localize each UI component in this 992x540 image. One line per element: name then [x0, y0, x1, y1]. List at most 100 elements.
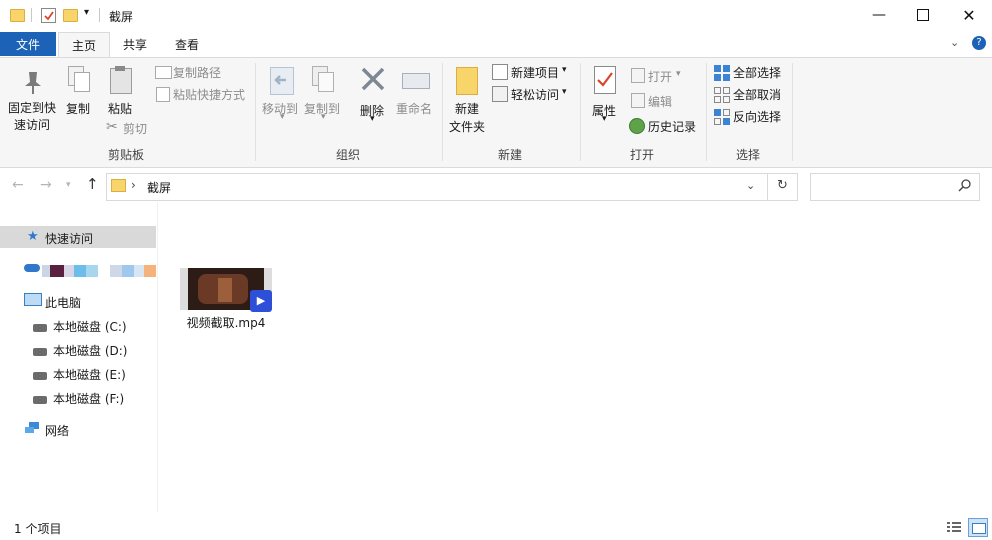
nav-item-blurred[interactable]	[42, 265, 156, 277]
pin-icon	[20, 68, 46, 99]
nav-item-drive-e[interactable]: 本地磁盘 (E:)	[53, 366, 126, 383]
help-icon[interactable]: ?	[972, 36, 986, 50]
breadcrumb-current[interactable]: 截屏	[147, 179, 171, 196]
new-folder-label-line2: 文件夹	[448, 120, 485, 134]
rename-button[interactable]: 重命名	[396, 100, 432, 117]
new-item-button[interactable]: 新建项目	[511, 64, 559, 81]
divider	[580, 63, 581, 161]
history-icon	[629, 118, 645, 134]
back-button[interactable]: ←	[12, 177, 24, 193]
nav-item-this-pc[interactable]: 此电脑	[45, 294, 81, 311]
nav-item-drive-c[interactable]: 本地磁盘 (C:)	[53, 318, 127, 335]
open-button[interactable]: 打开	[648, 68, 672, 85]
divider	[792, 63, 793, 161]
search-icon	[958, 178, 972, 195]
address-bar[interactable]	[106, 173, 798, 201]
refresh-button[interactable]: ↻	[777, 178, 788, 193]
select-none-button[interactable]: 全部取消	[733, 86, 781, 103]
maximize-button[interactable]	[900, 0, 946, 30]
new-folder-icon[interactable]	[63, 9, 78, 22]
select-none-icon	[714, 87, 730, 103]
nav-item-drive-d[interactable]: 本地磁盘 (D:)	[53, 342, 127, 359]
drive-icon	[33, 396, 47, 404]
star-icon: ★	[27, 229, 39, 244]
dropdown-arrow-icon: ▾	[562, 65, 567, 75]
dropdown-arrow-icon: ▾	[562, 87, 567, 97]
select-all-button[interactable]: 全部选择	[733, 64, 781, 81]
open-icon	[631, 68, 645, 83]
address-dropdown-icon[interactable]: ⌄	[746, 179, 755, 192]
pin-to-quick-access-button[interactable]: 固定到快 速访问	[4, 100, 60, 134]
cut-button[interactable]: 剪切	[123, 120, 147, 137]
tab-home[interactable]: 主页	[58, 32, 110, 58]
dropdown-arrow-icon: ▾	[676, 69, 681, 79]
close-button[interactable]: ✕	[946, 0, 992, 30]
nav-label-quick-access: 快速访问	[45, 232, 94, 246]
details-view-icon[interactable]	[946, 520, 962, 534]
expand-ribbon-icon[interactable]: ⌄	[950, 36, 959, 49]
invert-selection-icon	[714, 109, 730, 125]
file-name: 视频截取.mp4	[186, 316, 266, 330]
paste-shortcut-icon	[156, 87, 170, 102]
recent-locations-button[interactable]: ▾	[66, 180, 71, 190]
onedrive-icon[interactable]	[24, 264, 40, 272]
search-input[interactable]	[810, 173, 980, 201]
select-all-icon	[714, 65, 730, 81]
easy-access-button[interactable]: 轻松访问	[511, 86, 559, 103]
divider	[157, 202, 158, 512]
easy-access-icon	[492, 86, 508, 102]
network-icon	[24, 421, 40, 438]
tab-file[interactable]: 文件	[0, 32, 56, 56]
new-folder-button[interactable]: 新建 文件夹	[448, 100, 486, 136]
copy-path-icon	[155, 66, 172, 79]
dropdown-arrow-icon: ▾	[370, 114, 375, 124]
nav-item-network[interactable]: 网络	[45, 422, 69, 439]
pin-label-line2: 速访问	[13, 118, 50, 132]
forward-button[interactable]: →	[40, 177, 52, 193]
folder-icon	[111, 179, 126, 192]
rename-icon	[402, 73, 430, 89]
dropdown-arrow-icon: ▾	[602, 114, 607, 124]
properties-icon	[594, 66, 616, 94]
windows-drive-icon	[33, 324, 47, 332]
new-item-icon	[492, 64, 508, 80]
large-icons-view-icon[interactable]	[968, 518, 988, 537]
divider	[99, 8, 100, 22]
customize-qat-icon[interactable]: ▾	[84, 7, 89, 18]
group-label-new: 新建	[498, 148, 523, 162]
divider	[31, 8, 32, 22]
nav-item-drive-f[interactable]: 本地磁盘 (F:)	[53, 390, 124, 407]
divider	[255, 63, 256, 161]
history-button[interactable]: 历史记录	[648, 118, 696, 135]
copy-icon	[68, 66, 90, 94]
tab-share[interactable]: 共享	[112, 32, 158, 56]
copy-to-icon	[312, 66, 334, 94]
divider	[767, 174, 768, 200]
group-label-select: 选择	[736, 148, 761, 162]
video-player-icon: ▶	[250, 290, 272, 312]
move-to-icon	[270, 67, 294, 95]
up-button[interactable]: ↑	[86, 175, 99, 193]
new-folder-icon	[456, 67, 478, 95]
status-item-count: 1 个项目	[14, 522, 62, 536]
copy-button[interactable]: 复制	[66, 100, 90, 117]
properties-icon[interactable]	[41, 8, 56, 23]
group-label-open: 打开	[630, 148, 655, 162]
invert-selection-button[interactable]: 反向选择	[733, 108, 781, 125]
minimize-button[interactable]: —	[856, 0, 902, 30]
scissors-icon: ✂	[106, 119, 118, 135]
folder-icon	[10, 9, 25, 22]
edit-icon	[631, 93, 645, 108]
paste-shortcut-button[interactable]: 粘贴快捷方式	[173, 86, 245, 103]
paste-button[interactable]: 粘贴	[108, 100, 132, 117]
divider	[706, 63, 707, 161]
pin-label-line1: 固定到快	[7, 101, 56, 115]
group-label-clipboard: 剪贴板	[108, 148, 145, 162]
tab-view[interactable]: 查看	[164, 32, 210, 56]
window-title: 截屏	[109, 10, 134, 24]
delete-icon	[360, 66, 386, 95]
edit-button[interactable]: 编辑	[648, 93, 672, 110]
copy-path-button[interactable]: 复制路径	[173, 64, 221, 81]
drive-icon	[33, 372, 47, 380]
file-item[interactable]: ▶ 视频截取.mp4	[176, 262, 276, 332]
